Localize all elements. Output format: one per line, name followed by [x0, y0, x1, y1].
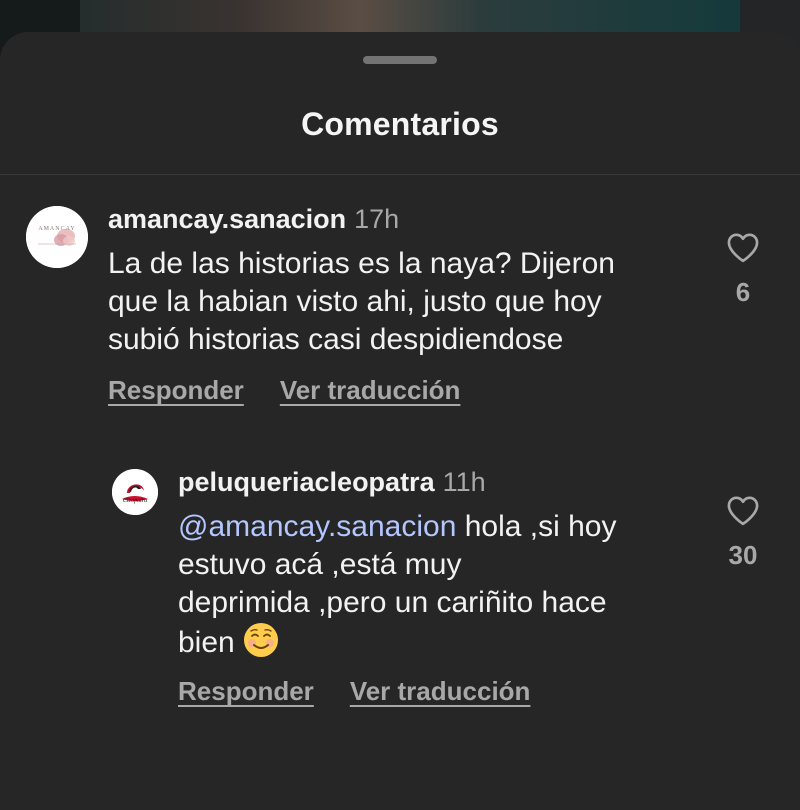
like-count: 30: [728, 540, 758, 570]
comments-sheet: Comentarios AMANCAY amancay.sanacion 17h …: [0, 32, 800, 810]
cleopatra-logo-icon: Cleopatra: [112, 469, 158, 515]
comment-text: La de las historias es la naya? Dijeron …: [108, 245, 708, 359]
mention-link[interactable]: @amancay.sanacion: [178, 510, 456, 543]
svg-text:AMANCAY: AMANCAY: [38, 226, 75, 232]
like-button[interactable]: 6: [713, 232, 773, 308]
comment-header: amancay.sanacion 17h: [108, 204, 399, 235]
translate-button[interactable]: Ver traducción: [350, 676, 531, 706]
svg-text:Cleopatra: Cleopatra: [123, 498, 147, 504]
heart-icon[interactable]: [726, 232, 760, 263]
smiling-face-emoji-icon: [243, 623, 278, 657]
comment-time: 17h: [354, 204, 400, 234]
reply-button[interactable]: Responder: [108, 375, 244, 405]
comment-line-text: hola ,si hoy: [456, 510, 617, 543]
comment-line: @amancay.sanacion hola ,si hoy: [178, 508, 698, 546]
header-divider: [0, 174, 800, 175]
comment-line: deprimida ,pero un cariñito hace: [178, 586, 607, 619]
comment-line: subió historias casi despidiendose: [108, 323, 564, 356]
comment-line: estuvo acá ,está muy: [178, 548, 462, 581]
comment-line: que la habian visto ahi, justo que hoy: [108, 285, 602, 318]
comment-header: peluqueriacleopatra 11h: [178, 467, 486, 498]
avatar[interactable]: Cleopatra: [112, 469, 158, 515]
comment-actions: Responder Ver traducción: [108, 375, 460, 406]
comment-actions: Responder Ver traducción: [178, 676, 530, 707]
comment-line: La de las historias es la naya? Dijeron: [108, 247, 615, 280]
like-button[interactable]: 30: [713, 495, 773, 571]
comment-username[interactable]: amancay.sanacion: [108, 204, 346, 234]
comment-text: @amancay.sanacion hola ,si hoy estuvo ac…: [178, 508, 698, 662]
sheet-title: Comentarios: [301, 106, 499, 142]
comment-username[interactable]: peluqueriacleopatra: [178, 467, 435, 497]
drag-handle[interactable]: [363, 56, 437, 64]
translate-button[interactable]: Ver traducción: [280, 375, 461, 405]
comment-time: 11h: [442, 467, 486, 497]
amancay-logo-icon: AMANCAY: [26, 206, 88, 268]
avatar[interactable]: AMANCAY: [26, 206, 88, 268]
like-count: 6: [735, 277, 751, 307]
comment-line: bien: [178, 622, 698, 662]
reply-button[interactable]: Responder: [178, 676, 314, 706]
heart-icon[interactable]: [726, 495, 760, 526]
comment-line-text: bien: [178, 626, 235, 659]
